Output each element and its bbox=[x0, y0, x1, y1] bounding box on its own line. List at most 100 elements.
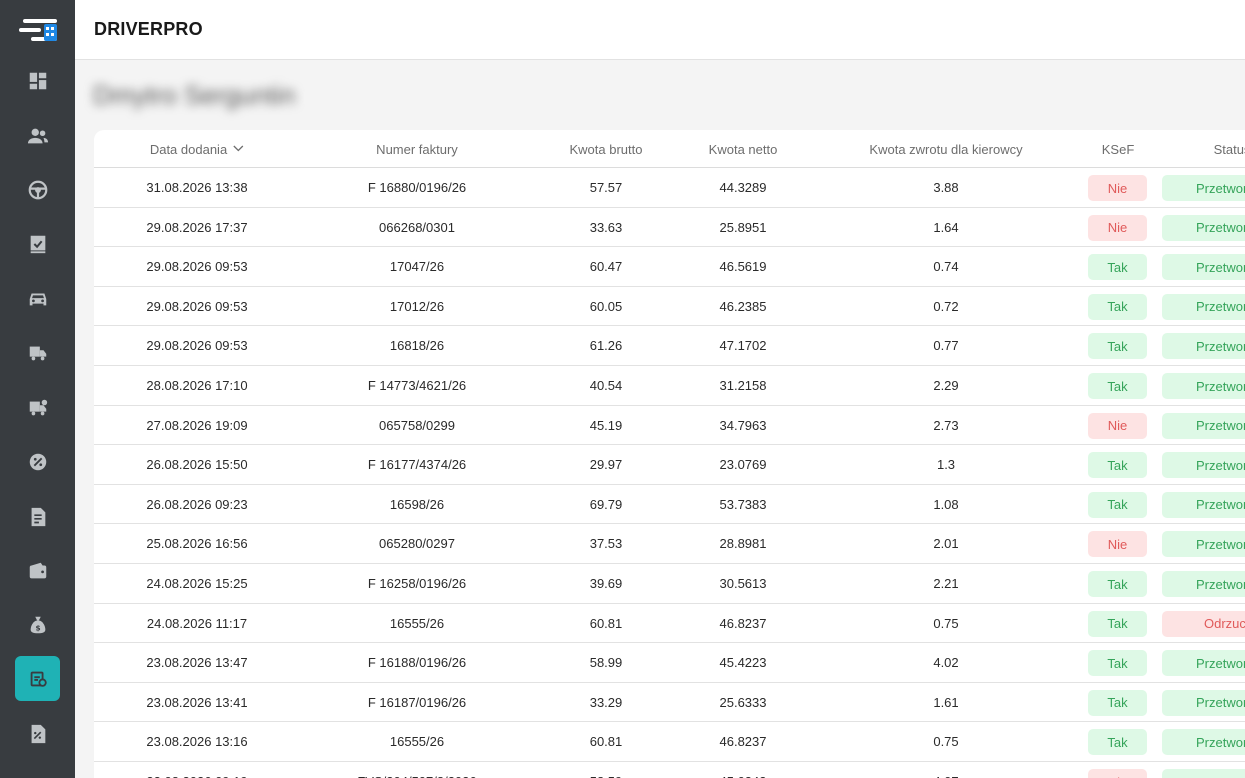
cell-net: 46.2385 bbox=[719, 298, 767, 314]
sidebar-item-drivers[interactable] bbox=[15, 167, 60, 212]
money-bag-icon: $ bbox=[30, 616, 45, 633]
sidebar-item-discounts[interactable] bbox=[15, 439, 60, 484]
ksef-badge: Tak bbox=[1088, 373, 1147, 399]
column-header-status[interactable]: Status bbox=[1214, 142, 1245, 157]
status-badge: Przetworzona bbox=[1162, 373, 1245, 399]
status-badge: Przetworzona bbox=[1162, 175, 1245, 201]
sidebar-item-fleet-settings[interactable] bbox=[15, 385, 60, 430]
chevron-down-icon bbox=[233, 145, 244, 152]
sidebar-item-fleet[interactable] bbox=[15, 330, 60, 375]
cell-refund: 3.88 bbox=[933, 180, 959, 195]
cell-refund: 0.72 bbox=[933, 298, 959, 314]
column-header-ksef[interactable]: KSeF bbox=[1102, 142, 1135, 157]
sidebar-item-users[interactable] bbox=[15, 113, 60, 158]
cell-gross: 58.99 bbox=[589, 655, 623, 671]
table-row[interactable]: 28.08.2026 17:10 F 14773/4621/26 40.54 31.2… bbox=[94, 366, 1245, 406]
status-badge: Przetworzona bbox=[1162, 293, 1245, 320]
cell-refund: 1.3 bbox=[936, 457, 956, 473]
column-header-gross[interactable]: Kwota brutto bbox=[570, 142, 643, 157]
table-row[interactable]: 29.08.2026 17:37 066268/0301 33.63 25.8951 1… bbox=[94, 208, 1245, 248]
table-row[interactable]: 26.08.2026 09:23 16598/26 69.79 53.7383 1.08… bbox=[94, 485, 1245, 525]
table-row[interactable]: 24.08.2026 11:17 16555/26 60.81 46.8237 0.75… bbox=[94, 604, 1245, 644]
cell-date: 29.08.2026 09:53 bbox=[146, 259, 248, 275]
table-row[interactable]: 29.08.2026 09:53 17012/26 60.05 46.2385 0.72… bbox=[94, 287, 1245, 327]
ksef-badge: Tak bbox=[1088, 293, 1147, 320]
table-row[interactable]: 27.08.2026 19:09 065758/0299 45.19 34.7963 2… bbox=[94, 406, 1245, 446]
table-row[interactable]: 26.08.2026 15:50 F 16177/4374/26 29.97 23.0… bbox=[94, 445, 1245, 485]
cell-date: 29.08.2026 09:53 bbox=[146, 298, 248, 314]
table-row[interactable]: 31.08.2026 13:38 F 16880/0196/26 57.57 44.3… bbox=[94, 168, 1245, 208]
checklist-icon bbox=[30, 235, 45, 253]
cell-invoice-number: 16818/26 bbox=[389, 338, 445, 354]
cell-refund: 1.08 bbox=[933, 496, 959, 512]
table-row[interactable]: 23.08.2026 13:41 F 16187/0196/26 33.29 25.6… bbox=[94, 683, 1245, 723]
cell-refund: 0.77 bbox=[933, 338, 959, 354]
cell-gross: 33.29 bbox=[589, 694, 623, 710]
table-row[interactable]: 23.08.2026 13:16 16555/26 60.81 46.8237 0.75… bbox=[94, 722, 1245, 762]
sidebar: $ bbox=[0, 0, 75, 778]
cell-gross: 37.53 bbox=[589, 536, 623, 552]
sidebar-item-dashboard[interactable] bbox=[15, 58, 60, 103]
document-icon bbox=[31, 507, 45, 526]
cell-net: 46.8237 bbox=[719, 734, 767, 750]
cell-invoice-number: 16555/26 bbox=[389, 734, 445, 750]
ksef-badge: Nie bbox=[1088, 175, 1147, 201]
cell-gross: 29.97 bbox=[589, 457, 623, 473]
truck-settings-icon bbox=[29, 399, 47, 415]
cell-date: 26.08.2026 09:23 bbox=[146, 496, 248, 512]
cell-date: 29.08.2026 17:37 bbox=[146, 219, 248, 235]
sidebar-item-invoices[interactable] bbox=[15, 656, 60, 701]
status-badge: Przetworzona bbox=[1162, 491, 1245, 518]
table-row[interactable]: 29.08.2026 09:53 17047/26 60.47 46.5619 0.74… bbox=[94, 247, 1245, 287]
cell-date: 28.08.2026 17:10 bbox=[146, 378, 248, 393]
sidebar-item-payouts[interactable]: $ bbox=[15, 602, 60, 647]
sidebar-item-documents[interactable] bbox=[15, 494, 60, 539]
status-badge: Przetworzona bbox=[1162, 254, 1245, 281]
dashboard-icon bbox=[29, 72, 46, 89]
column-header-invoice-number[interactable]: Numer faktury bbox=[376, 142, 458, 157]
cell-refund: 2.01 bbox=[933, 536, 959, 552]
cell-refund: 4.07 bbox=[933, 774, 958, 778]
ksef-badge: Nie bbox=[1088, 412, 1147, 439]
cell-date: 29.08.2026 09:53 bbox=[146, 338, 248, 354]
cell-gross: 57.57 bbox=[589, 180, 623, 195]
cell-refund: 0.75 bbox=[933, 734, 959, 750]
status-badge: Przetworzona bbox=[1162, 452, 1245, 479]
sidebar-item-vehicles[interactable] bbox=[15, 276, 60, 321]
cell-net: 31.2158 bbox=[719, 378, 767, 393]
table-row[interactable]: 23.08.2026 13:47 F 16188/0196/26 58.99 45.4… bbox=[94, 643, 1245, 683]
ksef-badge: Tak bbox=[1088, 333, 1147, 360]
column-header-date[interactable]: Data dodania bbox=[150, 142, 244, 157]
steering-wheel-icon bbox=[28, 180, 47, 199]
cell-date: 24.08.2026 11:17 bbox=[146, 615, 248, 631]
cell-invoice-number: 17047/26 bbox=[389, 259, 445, 275]
cell-net: 25.6333 bbox=[719, 694, 767, 710]
cell-gross: 69.79 bbox=[589, 496, 623, 512]
cell-net: 23.0769 bbox=[719, 457, 767, 473]
app-title: DRIVERPRO bbox=[94, 19, 203, 39]
status-badge: Przetworzona bbox=[1162, 531, 1245, 558]
column-header-refund[interactable]: Kwota zwrotu dla kierowcy bbox=[869, 142, 1022, 157]
table-row[interactable]: 29.08.2026 09:53 16818/26 61.26 47.1702 0.77… bbox=[94, 326, 1245, 366]
cell-invoice-number: FVS/204/507/8/2026 bbox=[357, 774, 476, 778]
cell-net: 46.5619 bbox=[719, 259, 767, 275]
table-row[interactable]: 22.08.2026 09:19 FVS/204/507/8/2026 58.59 4… bbox=[94, 762, 1245, 778]
cell-invoice-number: 066268/0301 bbox=[379, 219, 455, 235]
table-header: Data dodania Numer faktury Kwota brutto … bbox=[94, 130, 1245, 168]
ksef-badge: Tak bbox=[1088, 729, 1147, 756]
driverpro-logo-icon[interactable] bbox=[19, 16, 59, 44]
column-header-net[interactable]: Kwota netto bbox=[709, 142, 778, 157]
table-row[interactable]: 24.08.2026 15:25 F 16258/0196/26 39.69 30.5… bbox=[94, 564, 1245, 604]
cell-refund: 4.02 bbox=[933, 655, 959, 671]
cell-date: 23.08.2026 13:47 bbox=[146, 655, 248, 671]
cell-gross: 60.05 bbox=[589, 298, 623, 314]
cell-invoice-number: F 16880/0196/26 bbox=[367, 180, 467, 195]
table-row[interactable]: 25.08.2026 16:56 065280/0297 37.53 28.8981 2… bbox=[94, 524, 1245, 564]
ksef-badge: Tak bbox=[1088, 254, 1147, 281]
sidebar-item-wallet[interactable] bbox=[15, 548, 60, 593]
cell-refund: 2.29 bbox=[933, 378, 959, 393]
sidebar-item-tasks[interactable] bbox=[15, 221, 60, 266]
sidebar-item-discount-documents[interactable] bbox=[15, 711, 60, 756]
status-badge: Przetworzona bbox=[1162, 333, 1245, 360]
cell-gross: 60.47 bbox=[589, 259, 623, 275]
